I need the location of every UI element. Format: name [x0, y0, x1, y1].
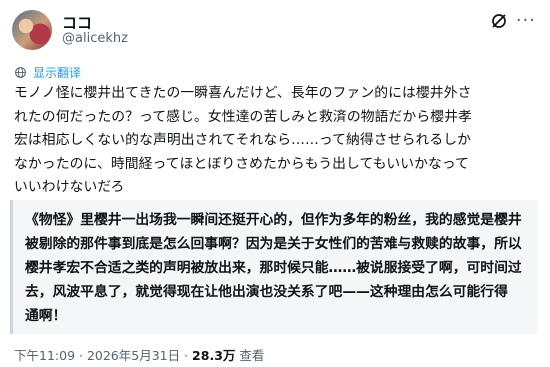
tweet-line: 宏は相応しくない的な声明出されてそれなら……って納得させられるしか — [14, 132, 472, 148]
translation-line: 去，风波平息了，就觉得现在让他出演也没关系了吧——这种理由怎么可能行得 — [25, 284, 508, 300]
globe-icon — [15, 66, 26, 78]
translation-box: 《物怪》里樱井一出场我一瞬间还挺开心的，但作为多年的粉丝，我的感觉是樱井 被剔除… — [10, 200, 538, 334]
tweet-date[interactable]: 2026年5月31日 — [87, 348, 180, 363]
tweet-line: いいわけないだろ — [14, 179, 125, 195]
tweet-line: れたの何だったの？って感じ。女性達の苦しみと救済の物語だから櫻井孝 — [14, 108, 472, 125]
tweet-line: モノノ怪に櫻井出てきたの一瞬喜んだけど、長年のファン的には櫻井外さ — [14, 85, 472, 101]
translate-link[interactable]: 显示翻译 — [14, 64, 81, 80]
tweet-meta: 下午11:09 · 2026年5月31日 · 28.3万 查看 — [14, 345, 264, 364]
translation-text: 《物怪》里樱井一出场我一瞬间还挺开心的，但作为多年的粉丝，我的感觉是樱井 被剔除… — [25, 208, 535, 328]
tweet-line: なかったのに、時間経ってほとぼりさめたからもう出してもいいかなって — [14, 155, 470, 172]
translation-line: 《物怪》里樱井一出场我一瞬间还挺开心的，但作为多年的粉丝，我的感觉是樱井 — [25, 212, 522, 228]
meta-separator: · — [180, 348, 193, 363]
tweet-header: ココ @alicekhz ··· — [12, 10, 536, 54]
view-label: 查看 — [235, 348, 265, 363]
tweet-text: モノノ怪に櫻井出てきたの一瞬喜んだけど、長年のファン的には櫻井外さ れたの何だっ… — [14, 82, 539, 200]
translate-label[interactable]: 显示翻译 — [33, 64, 81, 81]
meta-separator: · — [75, 348, 87, 363]
translation-line: 被剔除的那件事到底是怎么回事啊？因为是关于女性们的苦难与救赎的故事，所以 — [25, 236, 522, 252]
avatar[interactable] — [12, 10, 52, 50]
view-count: 28.3万 — [192, 348, 236, 363]
translation-line: 樱井孝宏不合适之类的声明被放出来，那时候只能……被说服接受了啊，可时间过 — [25, 260, 522, 276]
translation-line: 通啊！ — [25, 308, 67, 324]
display-name[interactable]: ココ — [62, 12, 92, 33]
more-options-icon[interactable]: ··· — [516, 10, 536, 31]
user-handle[interactable]: @alicekhz — [62, 31, 128, 46]
grok-icon[interactable] — [490, 12, 508, 30]
tweet-time[interactable]: 下午11:09 — [14, 348, 75, 363]
